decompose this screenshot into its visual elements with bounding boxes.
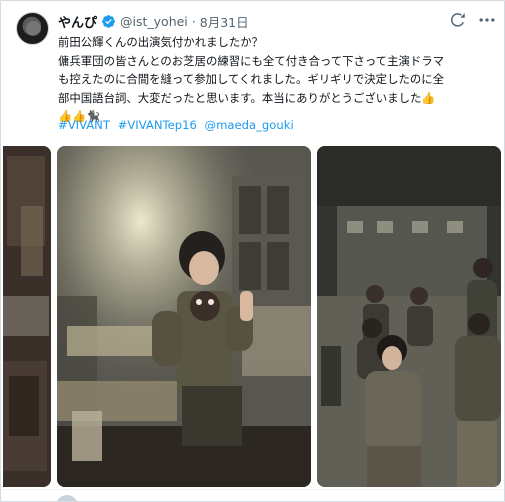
hashtag-link[interactable]: #VIVANT (58, 118, 110, 132)
tweet-text-line: 傭兵軍団の皆さんとのお芝居の練習にも全て付き合って下さって主演ドラマ (58, 53, 445, 68)
tweet-text-line: 前田公輝くんの出演気付かれましたか？ (58, 35, 264, 49)
tweet-header: やんぴ @ist_yohei · 8月31日 (58, 12, 249, 31)
tweet-text: 前田公輝くんの出演気付かれましたか？ 傭兵軍団の皆さんとのお芝居の練習にも全て付… (58, 33, 478, 126)
media-photo-main[interactable] (57, 146, 311, 487)
tweet-text-line: 部中国語台詞、大変だったと思います。本当にありがとうございました👍 (58, 90, 436, 105)
tweet-card[interactable]: やんぴ @ist_yohei · 8月31日 前田公輝くんの出演気付かれましたか… (0, 0, 505, 502)
tweet-text-line: も控えたのに合間を縫って参加してくれました。ギリギリで決定したのに全 (58, 72, 445, 87)
reply-avatar (56, 495, 78, 501)
grok-icon[interactable] (449, 11, 467, 29)
verified-badge-icon (101, 14, 116, 29)
separator-dot: · (191, 13, 196, 29)
user-handle[interactable]: @ist_yohei (120, 14, 188, 29)
mention-link[interactable]: @maeda_gouki (205, 118, 294, 132)
more-options-icon[interactable] (477, 10, 497, 30)
display-name[interactable]: やんぴ (58, 12, 97, 31)
hashtag-link[interactable]: #VIVANTep16 (118, 118, 197, 132)
media-gallery (1, 146, 504, 489)
hashtag-row: #VIVANT #VIVANTep16 @maeda_gouki (58, 118, 298, 132)
media-photo-previous[interactable] (3, 146, 51, 487)
reply-bar (1, 489, 504, 501)
tweet-date[interactable]: 8月31日 (200, 12, 249, 31)
media-photo-secondary[interactable] (317, 146, 501, 487)
user-avatar[interactable] (16, 12, 49, 45)
